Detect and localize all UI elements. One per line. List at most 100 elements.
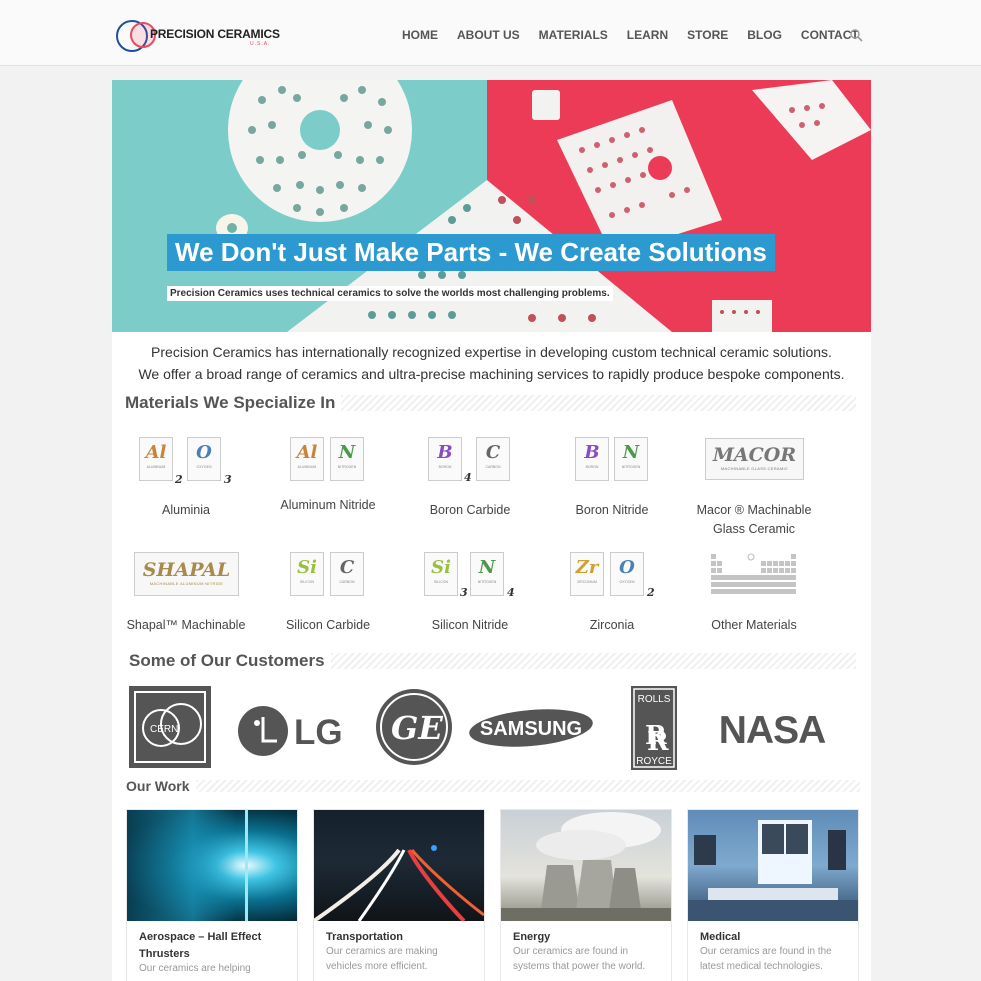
- ge-logo-text: GE: [391, 709, 443, 747]
- element-name: ALUMINUM: [297, 465, 317, 469]
- material-silicon-nitride[interactable]: Si SILICON 3 N NITROGEN 4 Silicon Nitride: [405, 550, 535, 635]
- svg-text:R: R: [647, 727, 669, 757]
- element-symbol: N: [622, 442, 640, 463]
- material-label: Boron Carbide: [429, 503, 511, 517]
- materials-heading-text: Materials We Specialize In: [125, 393, 336, 412]
- lg-logo: LG: [238, 706, 343, 756]
- element-name: NITROGEN: [621, 465, 641, 469]
- nasa-logo-text: NASA: [719, 709, 826, 748]
- material-aluminum-nitride[interactable]: Al ALUMINUM N NITROGEN Aluminum Nitride: [263, 435, 393, 515]
- nav-blog[interactable]: BLOG: [747, 28, 782, 44]
- element-tile-si: Si SILICON: [424, 552, 458, 596]
- element-name: BORON: [438, 465, 452, 469]
- material-macor[interactable]: MACOR MACHINABLE GLASS CERAMIC Macor ® M…: [689, 435, 819, 539]
- card-description: Our ceramics are making vehicles more ef…: [326, 946, 438, 972]
- hero-subtitle: Precision Ceramics uses technical cerami…: [167, 286, 613, 301]
- element-tile-n: N NITROGEN: [614, 437, 648, 481]
- site-logo[interactable]: PRECISION CERAMICS U.S.A.: [116, 18, 280, 54]
- energy-thumbnail: [501, 810, 671, 921]
- hospital-room-image: [688, 820, 858, 921]
- element-symbol: Al: [145, 442, 167, 463]
- nav-materials[interactable]: MATERIALS: [539, 28, 608, 44]
- element-name: ZIRCONIUM: [577, 580, 597, 584]
- intro-line-1: Precision Ceramics has internationally r…: [151, 344, 832, 360]
- search-icon[interactable]: [850, 29, 863, 42]
- element-tile-b: B BORON: [428, 437, 462, 481]
- subscript: 4: [507, 586, 515, 599]
- element-tile-c: C CARBON: [476, 437, 510, 481]
- element-tile-zr: Zr ZIRCONIUM: [570, 552, 604, 596]
- nav-learn[interactable]: LEARN: [627, 28, 668, 44]
- element-name: CARBON: [339, 580, 355, 584]
- subscript: 3: [224, 473, 232, 486]
- material-aluminia[interactable]: Al ALUMINUM 2 O OXYGEN 3 Aluminia: [121, 435, 251, 520]
- element-symbol: B: [437, 442, 453, 463]
- work-card-transportation[interactable]: Transportation Our ceramics are making v…: [313, 809, 485, 981]
- material-label: Shapal™ Machinable: [126, 618, 246, 632]
- rolls-logo-text: ROLLS: [638, 694, 671, 705]
- material-other[interactable]: Other Materials: [689, 550, 819, 635]
- element-name: NITROGEN: [477, 580, 497, 584]
- element-symbol: Si: [297, 557, 317, 578]
- element-tile-n: N NITROGEN: [330, 437, 364, 481]
- materials-heading: Materials We Specialize In: [125, 392, 856, 414]
- subscript: 3: [460, 586, 468, 599]
- element-symbol: O: [619, 557, 635, 578]
- cern-logo: CERN: [129, 686, 211, 768]
- heading-divider: [195, 780, 860, 792]
- element-tile-b: B BORON: [575, 437, 609, 481]
- light-trails-image: [314, 845, 484, 921]
- customers-heading: Some of Our Customers: [129, 650, 856, 672]
- main-nav: HOME ABOUT US MATERIALS LEARN STORE BLOG…: [402, 28, 878, 44]
- material-boron-carbide[interactable]: B BORON 4 C CARBON Boron Carbide: [405, 435, 535, 520]
- nasa-logo: NASA: [719, 709, 827, 748]
- periodic-table-icon: [711, 553, 796, 594]
- subscript: 4: [464, 471, 472, 484]
- hero-banner: We Don't Just Make Parts - We Create Sol…: [112, 80, 871, 332]
- work-card-medical[interactable]: Medical Our ceramics are found in the la…: [687, 809, 859, 981]
- material-label: Other Materials: [711, 618, 797, 632]
- material-label: Aluminia: [162, 503, 210, 517]
- logo-sub-text: U.S.A.: [250, 41, 271, 47]
- heading-divider: [330, 653, 856, 669]
- material-silicon-carbide[interactable]: Si SILICON C CARBON Silicon Carbide: [263, 550, 393, 635]
- subscript: 2: [647, 586, 655, 599]
- element-name: NITROGEN: [337, 465, 357, 469]
- material-label: Zirconia: [589, 618, 635, 632]
- material-boron-nitride[interactable]: B BORON N NITROGEN Boron Nitride: [547, 435, 677, 520]
- material-zirconia[interactable]: Zr ZIRCONIUM O OXYGEN 2 Zirconia: [547, 550, 677, 635]
- cern-logo-text: CERN: [150, 724, 178, 735]
- hero-title: We Don't Just Make Parts - We Create Sol…: [167, 234, 775, 271]
- ge-logo: GE: [376, 689, 452, 765]
- nav-home[interactable]: HOME: [402, 28, 438, 44]
- rolls-royce-logo: ROLLS R R ROYCE: [631, 686, 677, 770]
- medical-thumbnail: [688, 810, 858, 921]
- nav-store[interactable]: STORE: [687, 28, 728, 44]
- element-symbol: Zr: [575, 557, 599, 578]
- element-name: CARBON: [485, 465, 501, 469]
- work-card-aerospace[interactable]: Aerospace – Hall Effect Thrusters Our ce…: [126, 809, 298, 981]
- material-label: Silicon Nitride: [431, 618, 509, 632]
- shapal-logo: SHAPAL MACHINABLE ALUMINUM NITRIDE: [134, 552, 239, 596]
- element-name: ALUMINUM: [146, 465, 166, 469]
- material-icon-group: MACOR MACHINABLE GLASS CERAMIC: [689, 435, 819, 495]
- material-icon-group: B BORON 4 C CARBON: [405, 435, 535, 495]
- material-shapal[interactable]: SHAPAL MACHINABLE ALUMINUM NITRIDE Shapa…: [121, 550, 251, 635]
- nav-about-us[interactable]: ABOUT US: [457, 28, 520, 44]
- material-label: Aluminum Nitride: [280, 498, 376, 512]
- element-name: SILICON: [433, 580, 448, 584]
- element-symbol: N: [338, 442, 356, 463]
- element-symbol: O: [196, 442, 212, 463]
- material-label: Silicon Carbide: [285, 618, 371, 632]
- aerospace-thumbnail: [127, 810, 297, 921]
- material-icon-group: Al ALUMINUM N NITROGEN: [263, 435, 393, 495]
- element-symbol: Al: [296, 442, 318, 463]
- element-tile-n: N NITROGEN: [470, 552, 504, 596]
- material-icon-group: Si SILICON 3 N NITROGEN 4: [405, 550, 535, 610]
- samsung-logo-text: SAMSUNG: [480, 718, 582, 740]
- work-card-energy[interactable]: Energy Our ceramics are found in systems…: [500, 809, 672, 981]
- shapal-logo-subtext: MACHINABLE ALUMINUM NITRIDE: [149, 581, 224, 586]
- subscript: 2: [175, 473, 183, 486]
- element-tile-al: Al ALUMINUM: [139, 437, 173, 481]
- element-tile-al: Al ALUMINUM: [290, 437, 324, 481]
